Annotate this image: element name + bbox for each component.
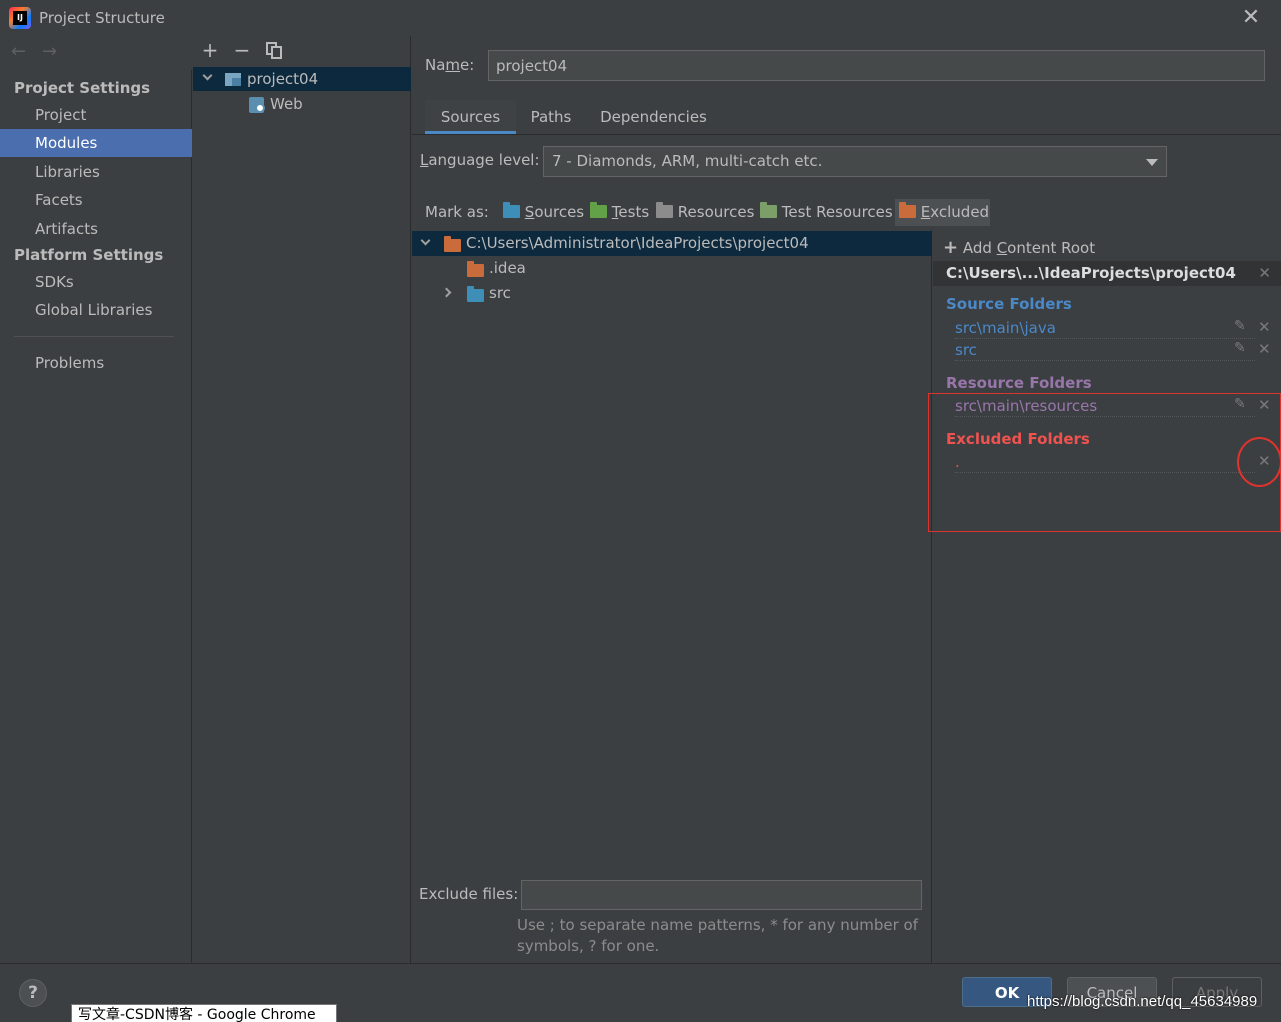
exclude-files-hint: Use ; to separate name patterns, * for a… xyxy=(517,916,918,955)
tab-paths[interactable]: Paths xyxy=(516,100,586,134)
content-root-path: C:\Users\...\IdeaProjects\project04 ✕ xyxy=(933,261,1281,286)
resources-folder-icon xyxy=(656,202,673,218)
excluded-folder-icon xyxy=(899,202,916,218)
mark-test-resources-button[interactable]: Test Resources xyxy=(756,199,897,226)
sidebar-item-global-libraries[interactable]: Global Libraries xyxy=(0,296,192,324)
tab-dependencies[interactable]: Dependencies xyxy=(586,100,721,134)
tree-row-root[interactable]: C:\Users\Administrator\IdeaProjects\proj… xyxy=(412,231,932,256)
taskbar-tooltip: 写文章-CSDN博客 - Google Chrome xyxy=(71,1004,337,1022)
annotation-circle xyxy=(1237,437,1281,487)
tab-divider xyxy=(412,134,1281,135)
chevron-down-icon[interactable] xyxy=(202,70,213,81)
chevron-down-icon[interactable] xyxy=(420,235,431,246)
project-settings-header: Project Settings xyxy=(14,79,151,97)
mark-tests-button[interactable]: Tests xyxy=(586,199,653,226)
watermark-text: https://blog.csdn.net/qq_45634989 xyxy=(1027,993,1258,1010)
remove-content-root-icon[interactable]: ✕ xyxy=(1258,261,1271,286)
add-content-root-label: Add Content Root xyxy=(962,239,1096,257)
tests-folder-icon xyxy=(590,202,607,218)
content-root-tree: C:\Users\Administrator\IdeaProjects\proj… xyxy=(412,230,932,963)
language-level-value: 7 - Diamonds, ARM, multi-catch etc. xyxy=(552,152,823,170)
forward-arrow-icon[interactable]: → xyxy=(42,41,57,62)
tree-row-idea[interactable]: .idea xyxy=(412,256,932,281)
sidebar-item-modules[interactable]: Modules xyxy=(0,129,192,157)
mark-as-label: Mark as: xyxy=(425,203,489,221)
add-icon[interactable]: + xyxy=(199,40,221,62)
mark-sources-button[interactable]: Sources xyxy=(499,199,588,226)
edit-icon[interactable]: ✎ xyxy=(1234,318,1246,334)
plus-icon: + xyxy=(943,237,959,258)
language-level-select[interactable]: 7 - Diamonds, ARM, multi-catch etc. xyxy=(543,146,1167,177)
remove-icon[interactable]: − xyxy=(231,40,253,62)
source-folder-icon xyxy=(467,286,484,302)
exclude-files-label: Exclude files: xyxy=(419,885,519,903)
window-title: Project Structure xyxy=(39,9,165,27)
sidebar-item-facets[interactable]: Facets xyxy=(0,186,192,214)
source-folder-row: src xyxy=(955,339,1255,361)
sidebar-item-artifacts[interactable]: Artifacts xyxy=(0,215,192,243)
copy-icon[interactable] xyxy=(266,42,283,59)
intellij-logo-icon: IJ xyxy=(9,7,31,29)
sidebar-item-libraries[interactable]: Libraries xyxy=(0,158,192,186)
module-label: project04 xyxy=(247,70,319,88)
remove-icon[interactable]: ✕ xyxy=(1258,318,1271,336)
remove-icon[interactable]: ✕ xyxy=(1258,340,1271,358)
dropdown-arrow-icon xyxy=(1146,159,1158,166)
mark-excluded-button[interactable]: Excluded xyxy=(895,199,990,226)
tree-item-label: src xyxy=(489,284,511,302)
sidebar-item-sdks[interactable]: SDKs xyxy=(0,268,192,296)
back-arrow-icon[interactable]: ← xyxy=(11,41,26,62)
source-folders-title: Source Folders xyxy=(946,295,1072,313)
language-level-label: Language level: xyxy=(420,151,540,169)
tree-root-label: C:\Users\Administrator\IdeaProjects\proj… xyxy=(466,234,809,252)
test-resources-folder-icon xyxy=(760,202,777,218)
resource-folders-title: Resource Folders xyxy=(946,374,1092,392)
sidebar-item-problems[interactable]: Problems xyxy=(0,349,192,377)
edit-icon[interactable]: ✎ xyxy=(1234,340,1246,356)
exclude-files-input[interactable] xyxy=(521,880,922,910)
modules-panel xyxy=(193,36,411,963)
excluded-folder-icon xyxy=(467,261,484,277)
source-folder-row: src\main\java xyxy=(955,317,1255,339)
chevron-right-icon[interactable] xyxy=(441,287,452,298)
tab-sources[interactable]: Sources xyxy=(425,100,516,134)
module-row-project04[interactable]: project04 xyxy=(193,67,411,91)
close-window-icon[interactable]: ✕ xyxy=(1237,4,1265,32)
name-label: Name: xyxy=(425,56,475,74)
tree-item-label: .idea xyxy=(489,259,526,277)
help-button[interactable]: ? xyxy=(19,979,47,1007)
mark-resources-button[interactable]: Resources xyxy=(652,199,758,226)
tree-row-src[interactable]: src xyxy=(412,281,932,306)
sidebar-divider xyxy=(14,336,174,337)
platform-settings-header: Platform Settings xyxy=(14,246,164,264)
module-name-field[interactable]: project04 xyxy=(488,50,1265,81)
annotation-rectangle xyxy=(928,393,1281,532)
facet-row-web[interactable]: Web xyxy=(193,92,411,116)
excluded-folder-icon xyxy=(444,236,461,252)
title-bar xyxy=(0,0,1281,36)
sidebar-item-project[interactable]: Project xyxy=(0,101,192,129)
history-nav-bar xyxy=(0,36,192,70)
facet-label: Web xyxy=(270,95,303,113)
add-content-root-button[interactable]: + Add Content Root xyxy=(943,237,1095,258)
sources-folder-icon xyxy=(503,202,520,218)
